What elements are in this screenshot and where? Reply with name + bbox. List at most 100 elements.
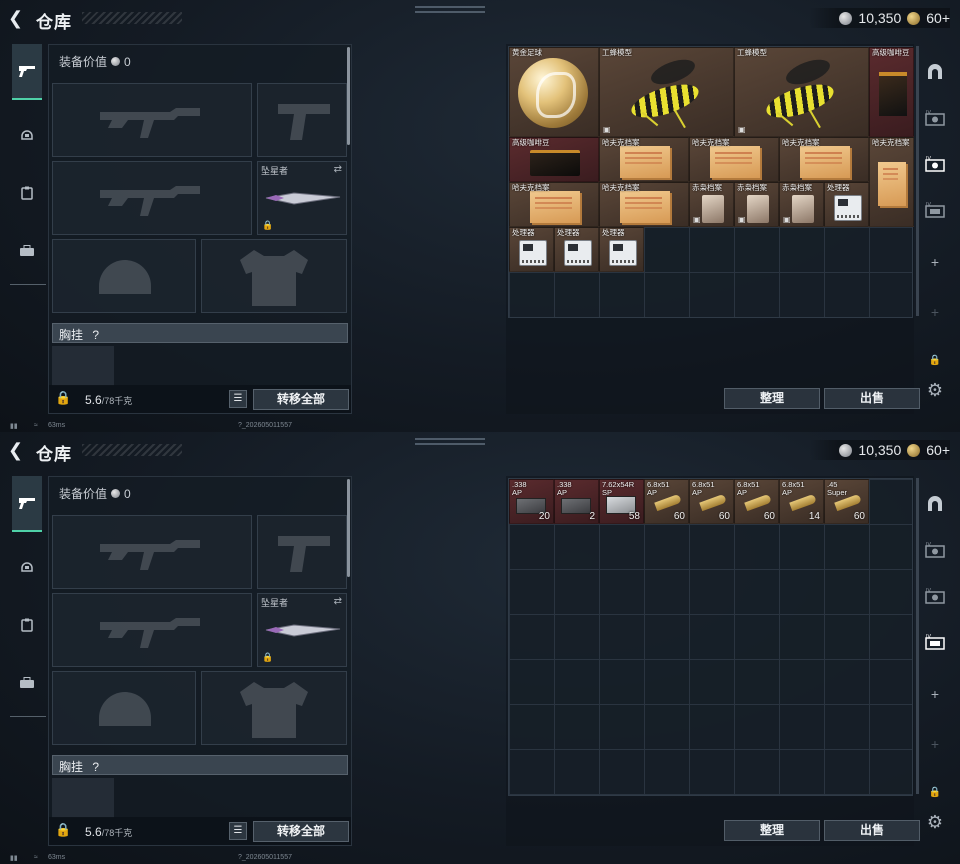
tv-page-icon[interactable]: IV [922, 538, 948, 562]
sort-button[interactable]: 整理 [724, 820, 820, 841]
value-coin-icon [111, 489, 121, 498]
stash-item[interactable]: 赤枭档案 ▣ [779, 182, 824, 227]
lock-icon[interactable]: 🔒 [922, 348, 948, 372]
stash-item[interactable]: 工蜂模型 ▣ [599, 47, 734, 137]
tv-page-icon[interactable]: IV [922, 584, 948, 608]
build-id: ?_202605011557 [238, 854, 292, 861]
stash-item[interactable]: 黄金足球 [509, 47, 599, 137]
stash-item[interactable]: 6.8x51 AP 60 [644, 479, 689, 524]
vest-category-icon[interactable] [12, 178, 42, 208]
back-arrow-icon[interactable]: ❮ [8, 8, 30, 28]
title-stripes-decoration [82, 444, 182, 456]
add-page-icon[interactable]: + [922, 682, 948, 706]
secondary-weapon-slot[interactable] [52, 593, 252, 667]
equipment-scrollbar[interactable] [347, 47, 350, 145]
lock-icon[interactable]: 🔒 [922, 780, 948, 804]
arch-page-icon[interactable] [922, 492, 948, 516]
gold-amount[interactable]: 60+ [926, 10, 950, 26]
add-page-icon[interactable]: + [922, 732, 948, 756]
stash-item[interactable]: 哈夫克档案 [599, 182, 689, 227]
equipment-value-amount: 0 [124, 54, 131, 69]
sell-button[interactable]: 出售 [824, 388, 920, 409]
stash-item[interactable]: 哈夫克档案 [779, 137, 869, 182]
stash-item[interactable]: 赤枭档案 ▣ [689, 182, 734, 227]
add-page-icon[interactable]: + [922, 300, 948, 324]
tv-page-icon[interactable]: IV [922, 630, 948, 654]
tv-page-icon[interactable]: IV [922, 152, 948, 176]
transfer-all-button[interactable]: 转移全部 [253, 821, 349, 842]
backpack-category-icon[interactable] [12, 236, 42, 266]
stash-item[interactable]: 工蜂模型 ▣ [734, 47, 869, 137]
vest-category-icon[interactable] [12, 610, 42, 640]
stash-grid[interactable]: 黄金足球 工蜂模型 ▣ 工蜂模型 ▣ 高级咖啡豆 高级咖啡豆 哈夫克档案 哈夫克… [508, 46, 914, 318]
stash-item[interactable]: 高级咖啡豆 [869, 47, 914, 137]
list-view-button[interactable]: ☰ [229, 822, 247, 840]
pistol-slot[interactable] [257, 83, 347, 157]
gear-icon[interactable]: ⚙ [922, 810, 948, 834]
melee-slot-label: 坠星者 [261, 166, 289, 176]
arch-page-icon[interactable] [922, 60, 948, 84]
stash-item[interactable]: .338 AP 20 [509, 479, 554, 524]
stash-item[interactable]: 处理器 [509, 227, 554, 272]
chest-help-icon[interactable]: ? [92, 328, 99, 342]
item-count: 60 [718, 511, 730, 522]
coffee-box-icon [530, 150, 580, 176]
stash-item[interactable]: 6.8x51 AP 60 [689, 479, 734, 524]
melee-slot[interactable]: 坠星者 ⇄ 🔒 [257, 161, 347, 235]
melee-slot[interactable]: 坠星者 ⇄ 🔒 [257, 593, 347, 667]
add-page-icon[interactable]: + [922, 250, 948, 274]
equipment-value: 装备价值 0 [59, 53, 131, 70]
primary-weapon-slot[interactable] [52, 515, 252, 589]
tv-page-icon[interactable]: IV [922, 106, 948, 130]
stash-item[interactable]: .45 Super 60 [824, 479, 869, 524]
tv-page-icon[interactable]: IV [922, 198, 948, 222]
stash-item[interactable]: 处理器 [554, 227, 599, 272]
back-arrow-icon[interactable]: ❮ [8, 440, 30, 460]
transfer-all-button[interactable]: 转移全部 [253, 389, 349, 410]
armor-slot[interactable] [201, 671, 347, 745]
processor-icon [834, 195, 862, 221]
helmet-slot[interactable] [52, 239, 196, 313]
swap-icon[interactable]: ⇄ [334, 596, 342, 607]
armor-slot[interactable] [201, 239, 347, 313]
stash-item[interactable]: 哈夫克档案 [509, 182, 599, 227]
stash-item[interactable]: 6.8x51 AP 60 [734, 479, 779, 524]
stash-item[interactable]: 哈夫克档案 [599, 137, 689, 182]
list-view-button[interactable]: ☰ [229, 390, 247, 408]
chest-help-icon[interactable]: ? [92, 760, 99, 774]
stash-item[interactable]: 处理器 [599, 227, 644, 272]
item-name: 黄金足球 [512, 48, 542, 57]
chest-rig-slot[interactable] [52, 778, 114, 818]
helmet-category-icon[interactable] [12, 552, 42, 582]
gold-amount[interactable]: 60+ [926, 442, 950, 458]
top-bar: ❮ 仓库 10,350 60+ [0, 432, 960, 468]
helmet-slot[interactable] [52, 671, 196, 745]
equipment-scrollbar[interactable] [347, 479, 350, 577]
secondary-weapon-slot[interactable] [52, 161, 252, 235]
equipment-value-label: 装备价值 [59, 55, 108, 69]
gear-icon[interactable]: ⚙ [922, 378, 948, 402]
stash-item[interactable]: .338 AP 2 [554, 479, 599, 524]
stash-item[interactable]: 7.62x54R SP 58 [599, 479, 644, 524]
stash-item[interactable]: 处理器 [824, 182, 869, 227]
swap-icon[interactable]: ⇄ [334, 164, 342, 175]
helmet-category-icon[interactable] [12, 120, 42, 150]
stash-item[interactable]: 高级咖啡豆 [509, 137, 599, 182]
link-icon: ▣ [783, 215, 791, 224]
lock-icon[interactable]: 🔒 [55, 822, 71, 840]
pistol-slot[interactable] [257, 515, 347, 589]
item-name: 6.8x51 AP [737, 480, 760, 497]
stash-item[interactable]: 哈夫克档案 [869, 137, 914, 227]
lock-icon[interactable]: 🔒 [55, 390, 71, 408]
sell-button[interactable]: 出售 [824, 820, 920, 841]
stash-item[interactable]: 赤枭档案 ▣ [734, 182, 779, 227]
weapon-category-icon[interactable] [12, 44, 42, 100]
chest-rig-slot[interactable] [52, 346, 114, 386]
stash-item[interactable]: 哈夫克档案 [689, 137, 779, 182]
weapon-category-icon[interactable] [12, 476, 42, 532]
sort-button[interactable]: 整理 [724, 388, 820, 409]
stash-grid[interactable]: .338 AP 20 .338 AP 2 7.62x54R SP 58 6.8x… [508, 478, 913, 796]
stash-item[interactable]: 6.8x51 AP 14 [779, 479, 824, 524]
backpack-category-icon[interactable] [12, 668, 42, 698]
primary-weapon-slot[interactable] [52, 83, 252, 157]
